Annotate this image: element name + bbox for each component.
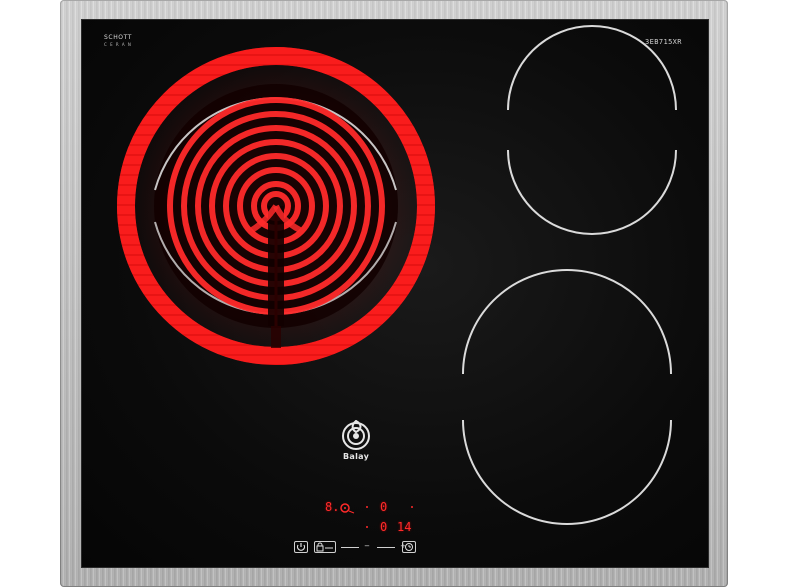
right-top-indicator [366,506,368,508]
right-bottom-zero-display: 0 [380,520,388,534]
lock-icon [316,542,333,552]
left-digit-display: 8. [325,500,340,514]
right-bottom-indicator [366,526,368,528]
right-top-zero-display: 0 [380,500,388,514]
minus-symbol: − [364,542,370,550]
touch-controls: − + [294,541,418,555]
timer-icon [405,543,413,551]
minus-line [341,547,359,548]
lock-button[interactable] [314,541,336,553]
front-left-zone [117,47,435,365]
timer-button[interactable] [402,541,416,553]
brand-logo-text: Balay [343,452,370,461]
front-right-zone [462,269,672,525]
settings-gear-icon [340,503,355,514]
power-button[interactable] [294,541,308,553]
timer-indicator-dot [411,506,413,508]
minus-button[interactable]: − [360,541,374,553]
back-right-zone [507,25,677,235]
cooking-zones [117,25,677,525]
right-bottom-value-display: 14 [397,520,412,534]
power-icon [296,543,306,551]
